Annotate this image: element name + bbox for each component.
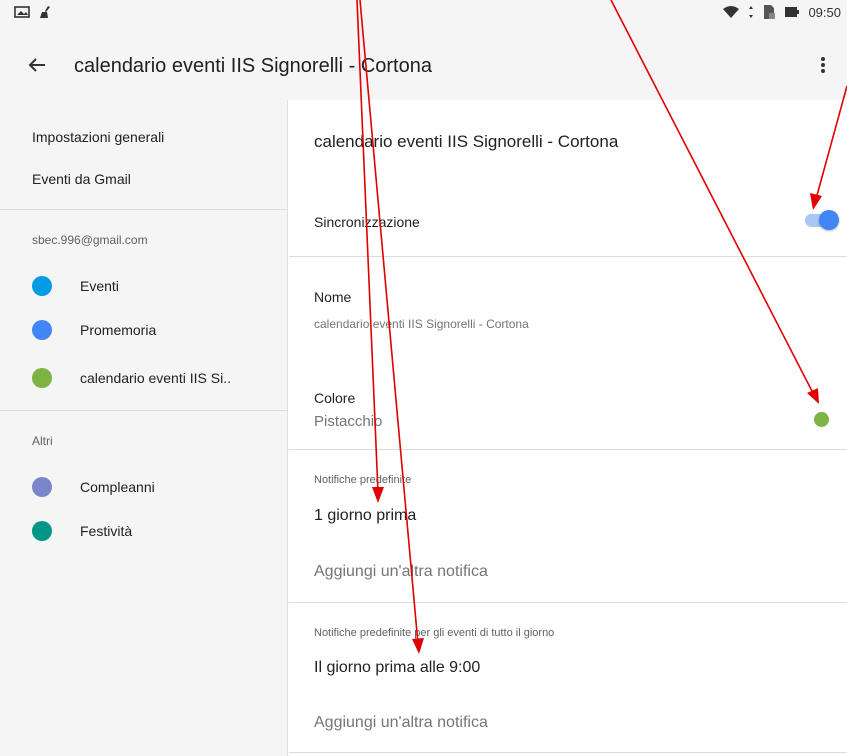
- name-label: Nome: [314, 289, 352, 305]
- sidebar-item-label: Festività: [80, 523, 133, 539]
- status-bar-left: [14, 5, 54, 19]
- section-divider: [289, 602, 847, 603]
- more-options-button[interactable]: [811, 50, 835, 80]
- toggle-thumb: [819, 210, 839, 230]
- allday-notifications-header: Notifiche predefinite per gli eventi di …: [314, 627, 555, 639]
- sidebar-item-eventi[interactable]: Eventi: [32, 274, 119, 298]
- sidebar-item-compleanni[interactable]: Compleanni: [32, 475, 155, 499]
- calendar-color-dot: [32, 320, 52, 340]
- color-value[interactable]: Pistacchio: [314, 413, 382, 430]
- color-label: Colore: [314, 390, 356, 406]
- sidebar-item-general-settings[interactable]: Impostazioni generali: [32, 129, 164, 145]
- section-divider: [289, 449, 847, 450]
- sidebar-divider: [0, 410, 288, 411]
- allday-notification-item[interactable]: Il giorno prima alle 9:00: [314, 659, 480, 677]
- app-bar: calendario eventi IIS Signorelli - Corto…: [0, 26, 847, 100]
- arrow-left-icon: [28, 58, 45, 72]
- sidebar-item-festivita[interactable]: Festività: [32, 519, 132, 543]
- broom-icon: [40, 6, 50, 18]
- sidebar: Impostazioni generali Eventi da Gmail sb…: [0, 100, 288, 756]
- more-vert-icon: [821, 57, 825, 73]
- name-value[interactable]: calendario eventi IIS Signorelli - Corto…: [314, 317, 529, 331]
- color-swatch[interactable]: [814, 412, 829, 427]
- calendar-title: calendario eventi IIS Signorelli - Corto…: [314, 132, 619, 151]
- page-title: calendario eventi IIS Signorelli - Corto…: [74, 55, 432, 77]
- calendar-color-dot: [32, 477, 52, 497]
- section-divider: [289, 256, 847, 257]
- sidebar-item-label: Promemoria: [80, 322, 157, 338]
- default-notifications-header: Notifiche predefinite: [314, 474, 412, 486]
- battery-icon: [785, 7, 800, 17]
- sidebar-item-label: Eventi: [80, 278, 119, 294]
- wifi-icon: [723, 6, 740, 18]
- add-allday-notification-button[interactable]: Aggiungi un'altra notifica: [314, 714, 488, 732]
- picture-icon: [14, 6, 30, 18]
- sidebar-account-email: sbec.996@gmail.com: [32, 233, 148, 247]
- calendar-settings-panel: calendario eventi IIS Signorelli - Corto…: [289, 100, 847, 756]
- sidebar-item-calendario-eventi[interactable]: calendario eventi IIS Si..: [32, 366, 231, 390]
- sim-icon: [764, 5, 776, 19]
- sidebar-item-label: calendario eventi IIS Si..: [80, 370, 231, 386]
- back-button[interactable]: [24, 52, 50, 78]
- sync-label: Sincronizzazione: [314, 214, 420, 230]
- sidebar-item-gmail-events[interactable]: Eventi da Gmail: [32, 171, 131, 187]
- section-divider: [289, 752, 847, 753]
- status-bar-right: 09:50: [722, 4, 841, 20]
- data-arrows-icon: [749, 6, 754, 18]
- default-notification-item[interactable]: 1 giorno prima: [314, 507, 416, 525]
- calendar-color-dot: [32, 368, 52, 388]
- sidebar-divider: [0, 209, 288, 210]
- calendar-color-dot: [32, 276, 52, 296]
- status-bar: 09:50: [0, 0, 847, 26]
- sidebar-item-label: Compleanni: [80, 479, 155, 495]
- sidebar-item-promemoria[interactable]: Promemoria: [32, 318, 156, 342]
- add-notification-button[interactable]: Aggiungi un'altra notifica: [314, 563, 488, 581]
- sidebar-section-others: Altri: [32, 434, 53, 448]
- sync-toggle[interactable]: [803, 210, 839, 230]
- calendar-color-dot: [32, 521, 52, 541]
- status-time: 09:50: [808, 4, 841, 20]
